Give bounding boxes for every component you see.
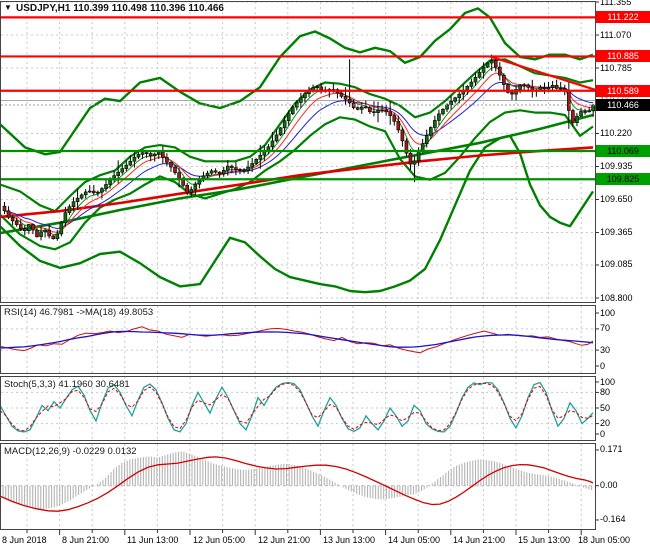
stoch-scale-label: 80 (600, 386, 611, 397)
rsi-indicator-label: RSI(14) 46.7981 ->MA(18) 49.8053 (4, 307, 154, 318)
macd-scale-label: 0.00 (600, 480, 618, 491)
price-level-badge-red: 110.885 (596, 50, 650, 63)
price-label: 109.935 (600, 161, 633, 171)
price-level-badge-red: 110.589 (596, 84, 650, 97)
rsi-scale-label: 30 (600, 344, 611, 355)
time-axis-label: 18 Jun 05:00 (578, 535, 631, 545)
macd-scale-label: -0.164 (600, 514, 626, 525)
stoch-indicator-label: Stoch(5,3,3) 41.1960 30.6481 (4, 379, 130, 390)
price-label: 109.085 (600, 259, 633, 270)
price-label: 111.355 (600, 0, 632, 7)
price-label: 109.365 (600, 227, 633, 238)
macd-scale-label: 0.171 (600, 444, 623, 455)
time-axis-label: 13 Jun 13:00 (323, 535, 376, 545)
price-level-badge-green: 110.069 (596, 144, 650, 157)
price-level-badge-black: 110.466 (596, 98, 650, 111)
symbol-dropdown-icon[interactable]: ▼ (4, 3, 12, 12)
price-label: 111.070 (600, 29, 632, 40)
time-axis-label: 12 Jun 21:00 (258, 535, 311, 545)
price-chart-canvas[interactable] (0, 0, 650, 550)
time-axis-label: 14 Jun 05:00 (388, 535, 441, 545)
stoch-scale-label: 20 (600, 418, 611, 429)
price-label: 109.650 (600, 194, 633, 205)
time-axis-label: 8 Jun 21:00 (62, 535, 110, 545)
rsi-scale-label: 0 (600, 360, 606, 371)
macd-indicator-label: MACD(12,26,9) -0.0229 0.0132 (4, 446, 137, 457)
chart-title: USDJPY,H1 110.399 110.498 110.396 110.46… (16, 3, 224, 14)
stoch-scale-label: 0 (600, 428, 606, 439)
rsi-scale-label: 70 (600, 323, 611, 334)
stoch-scale-label: 50 (600, 402, 611, 413)
price-label: 110.785 (600, 62, 632, 73)
time-axis-label: 11 Jun 13:00 (127, 535, 179, 545)
time-axis-label: 8 Jun 2018 (2, 535, 47, 545)
time-axis-label: 12 Jun 05:00 (193, 535, 246, 545)
time-axis-label: 14 Jun 21:00 (453, 535, 506, 545)
price-label: 110.220 (600, 127, 632, 138)
rsi-scale-label: 100 (600, 307, 616, 318)
time-axis-label: 15 Jun 13:00 (518, 535, 571, 545)
price-level-badge-green: 109.825 (596, 173, 650, 186)
chart-window: ▼ USDJPY,H1 110.399 110.498 110.396 110.… (0, 0, 650, 550)
price-label: 108.800 (600, 292, 633, 303)
price-level-badge-red: 111.222 (596, 11, 650, 24)
stoch-scale-label: 100 (600, 376, 616, 387)
